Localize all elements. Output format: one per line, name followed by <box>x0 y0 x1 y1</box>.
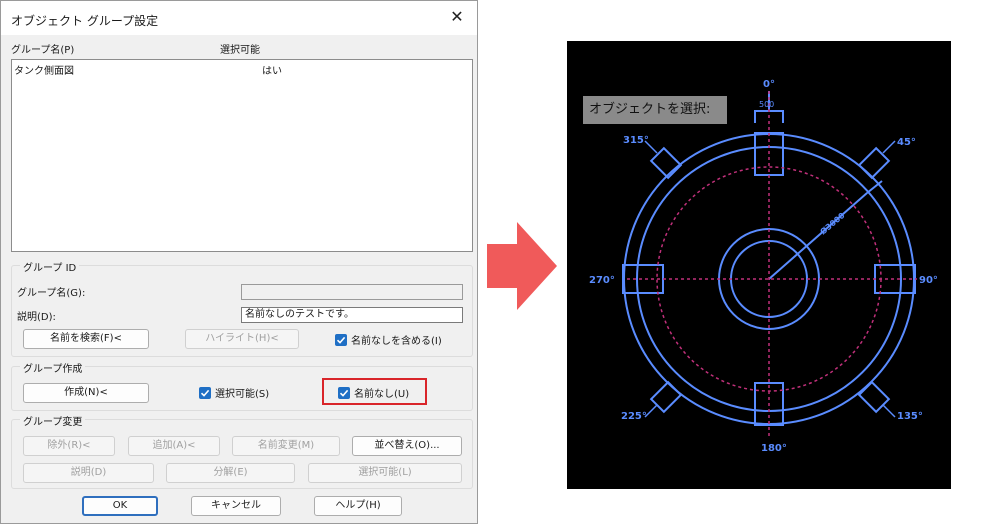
cad-drawing-view[interactable]: 0° 500 315° 45° 270° 90° 225° 135° 180° … <box>567 41 951 489</box>
angle-label-top: 0° <box>763 79 775 90</box>
selectable-label: 選択可能(S) <box>215 389 270 400</box>
checkbox-checked-icon <box>335 333 347 346</box>
add-button[interactable]: 追加(A)< <box>128 436 220 456</box>
checkbox-checked-icon <box>199 386 211 399</box>
unnamed-checkbox[interactable]: 名前なし(U) <box>338 385 409 400</box>
object-group-dialog: オブジェクト グループ設定 ✕ グループ名(P) 選択可能 タンク側面図 はい … <box>0 0 478 524</box>
title-bar: オブジェクト グループ設定 ✕ <box>1 1 477 35</box>
dim-top-label: 500 <box>759 100 774 109</box>
create-group-legend: グループ作成 <box>20 360 86 375</box>
description-field[interactable]: 名前なしのテストです。 <box>241 307 463 323</box>
highlight-button[interactable]: ハイライト(H)< <box>185 329 299 349</box>
group-id-legend: グループ ID <box>20 259 80 274</box>
dialog-title: オブジェクト グループ設定 <box>11 14 159 28</box>
close-icon[interactable]: ✕ <box>445 7 469 29</box>
angle-label-bottom: 180° <box>761 443 787 454</box>
group-name-label: グループ名(G): <box>17 288 86 299</box>
include-unnamed-label: 名前なしを含める(I) <box>351 336 442 347</box>
angle-label-right: 90° <box>919 275 938 286</box>
angle-label-top-right: 45° <box>897 137 916 148</box>
change-group-legend: グループ変更 <box>20 413 86 428</box>
group-list[interactable]: タンク側面図 はい <box>11 59 473 252</box>
list-header-selectable[interactable]: 選択可能 <box>220 41 260 56</box>
unnamed-label: 名前なし(U) <box>354 389 410 400</box>
angle-label-left: 270° <box>589 275 615 286</box>
explode-button[interactable]: 分解(E) <box>166 463 295 483</box>
find-name-button[interactable]: 名前を検索(F)< <box>23 329 149 349</box>
cancel-button[interactable]: キャンセル <box>191 496 281 516</box>
right-arrow-icon <box>487 222 557 310</box>
angle-label-bottom-left: 225° <box>621 411 647 422</box>
create-button[interactable]: 作成(N)< <box>23 383 149 403</box>
list-header-group-name[interactable]: グループ名(P) <box>11 41 74 56</box>
description-label: 説明(D): <box>17 312 56 323</box>
reorder-button[interactable]: 並べ替え(O)... <box>352 436 462 456</box>
angle-label-bottom-right: 135° <box>897 411 923 422</box>
checkbox-checked-icon <box>338 386 350 399</box>
angle-label-top-left: 315° <box>623 135 649 146</box>
help-button[interactable]: ヘルプ(H) <box>314 496 402 516</box>
group-name-field[interactable] <box>241 284 463 300</box>
description-button[interactable]: 説明(D) <box>23 463 154 483</box>
remove-button[interactable]: 除外(R)< <box>23 436 115 456</box>
include-unnamed-checkbox[interactable]: 名前なしを含める(I) <box>335 332 442 347</box>
ok-button[interactable]: OK <box>82 496 158 516</box>
rename-button[interactable]: 名前変更(M) <box>232 436 340 456</box>
dim-diag-label: Ø3000 <box>818 210 847 237</box>
command-prompt: オブジェクトを選択: <box>583 96 727 124</box>
list-item-selectable: はい <box>262 66 282 77</box>
selectable-button[interactable]: 選択可能(L) <box>308 463 462 483</box>
list-item-name: タンク側面図 <box>14 66 74 77</box>
selectable-checkbox[interactable]: 選択可能(S) <box>199 385 269 400</box>
